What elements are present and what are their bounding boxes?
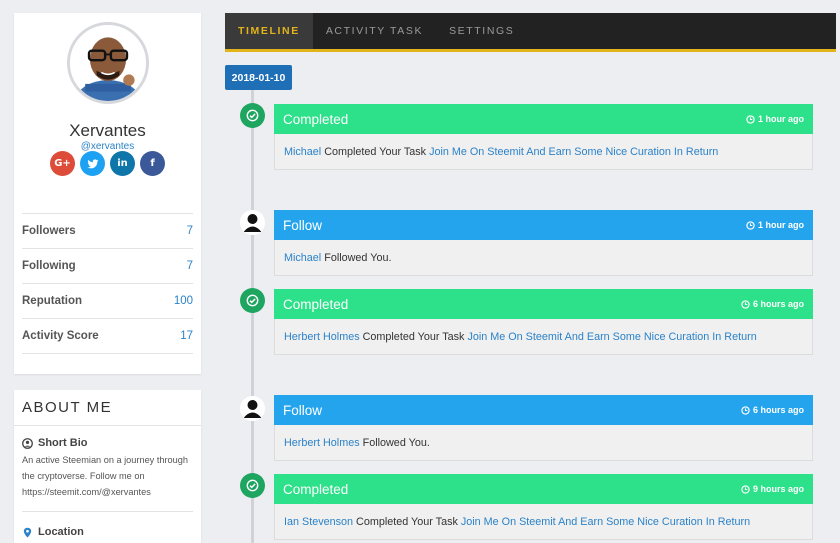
profile-stats: Followers 7 Following 7 Reputation 100 A… [22,213,193,354]
timestamp: 9 hours ago [741,484,804,494]
stat-followers[interactable]: Followers 7 [22,214,193,249]
user-link[interactable]: Ian Stevenson [284,516,353,528]
stat-reputation[interactable]: Reputation 100 [22,284,193,319]
social-links: G+ in f [14,151,201,176]
clock-icon [746,220,755,230]
timestamp: 1 hour ago [746,114,804,124]
bio-text: An active Steemian on a journey through … [22,455,188,497]
timestamp-text: 1 hour ago [757,114,804,124]
clock-icon [746,114,755,124]
activity-text: Completed Your Task [321,145,430,158]
twitter-icon[interactable] [80,151,105,176]
user-avatar-icon [240,210,265,235]
location-heading: Location [22,526,84,538]
avatar[interactable] [67,22,149,104]
timeline-item: Follow 1 hour ago Michael Followed You. [274,210,813,276]
profile-name: Xervantes [69,121,146,140]
check-circle-icon [240,103,265,128]
timeline-item-header: Follow 1 hour ago [274,210,813,240]
timeline-item-header: Follow 6 hours ago [274,395,813,425]
timestamp: 6 hours ago [741,405,804,415]
stat-following[interactable]: Following 7 [22,249,193,284]
timestamp-text: 6 hours ago [752,299,804,309]
timestamp: 6 hours ago [741,299,804,309]
timestamp: 1 hour ago [746,220,804,230]
activity-text: Completed Your Task [359,330,468,343]
check-circle-icon [240,473,265,498]
google-plus-icon[interactable]: G+ [50,151,75,176]
clock-icon [741,299,750,309]
timestamp-text: 9 hours ago [752,484,804,494]
divider [14,425,201,426]
stat-label: Following [22,260,76,272]
facebook-icon[interactable]: f [140,151,165,176]
task-link[interactable]: Join Me On Steemit And Earn Some Nice Cu… [461,516,750,528]
stat-value: 17 [180,330,193,342]
clock-icon [741,484,750,494]
timestamp-text: 1 hour ago [757,220,804,230]
timestamp-text: 6 hours ago [752,405,804,415]
timeline-item-header: Completed 6 hours ago [274,289,813,319]
stat-value: 7 [186,225,193,237]
about-title: ABOUT ME [22,399,113,416]
timeline-item-body: Michael Followed You. [274,240,813,276]
tab-settings[interactable]: SETTINGS [436,13,527,49]
timeline-item-type: Completed [283,481,349,497]
map-marker-icon [23,527,32,537]
divider [22,511,193,512]
check-circle-icon [240,288,265,313]
bio-label: Short Bio [38,437,88,449]
user-link[interactable]: Herbert Holmes [284,331,360,343]
timeline-item-type: Follow [283,402,323,418]
user-avatar-icon [240,396,265,421]
activity-text: Followed You. [359,436,430,449]
stat-value: 7 [186,260,193,272]
user-circle-icon [22,437,33,449]
timeline-item: Completed 9 hours ago Ian Stevenson Comp… [274,474,813,540]
user-link[interactable]: Michael [284,252,321,264]
stat-label: Activity Score [22,330,99,342]
stat-value: 100 [173,295,193,307]
timeline-item-header: Completed 9 hours ago [274,474,813,504]
linkedin-icon[interactable]: in [110,151,135,176]
task-link[interactable]: Join Me On Steemit And Earn Some Nice Cu… [467,331,756,343]
activity-text: Completed Your Task [353,515,461,528]
timeline-item-header: Completed 1 hour ago [274,104,813,134]
date-badge: 2018-01-10 [225,65,292,90]
stat-label: Followers [22,225,76,237]
about-card: ABOUT ME Short Bio An active Steemian on… [14,390,201,543]
bio-heading: Short Bio [22,437,88,449]
clock-icon [741,405,750,415]
timeline-item: Completed 6 hours ago Herbert Holmes Com… [274,289,813,355]
tab-timeline[interactable]: TIMELINE [225,13,313,49]
timeline-item-type: Follow [283,217,323,233]
user-link[interactable]: Michael [284,146,321,158]
user-link[interactable]: Herbert Holmes [284,437,360,449]
stat-label: Reputation [22,295,83,307]
profile-card: Xervantes @xervantes G+ in f Followers 7… [14,13,201,374]
timeline-item: Completed 1 hour ago Michael Completed Y… [274,104,813,170]
timeline-item-body: Ian Stevenson Completed Your Task Join M… [274,504,813,540]
timeline-item-type: Completed [283,111,349,127]
timeline-item: Follow 6 hours ago Herbert Holmes Follow… [274,395,813,461]
tab-activity-task[interactable]: ACTIVITY TASK [313,13,436,49]
timeline-item-body: Michael Completed Your Task Join Me On S… [274,134,813,170]
timeline-item-body: Herbert Holmes Followed You. [274,425,813,461]
timeline-item-type: Completed [283,296,349,312]
stat-activity-score[interactable]: Activity Score 17 [22,319,193,354]
activity-text: Followed You. [321,251,392,264]
tab-bar: TIMELINE ACTIVITY TASK SETTINGS [225,13,836,52]
location-label: Location [38,526,84,538]
timeline-item-body: Herbert Holmes Completed Your Task Join … [274,319,813,355]
avatar-image [70,25,146,101]
task-link[interactable]: Join Me On Steemit And Earn Some Nice Cu… [429,146,718,158]
